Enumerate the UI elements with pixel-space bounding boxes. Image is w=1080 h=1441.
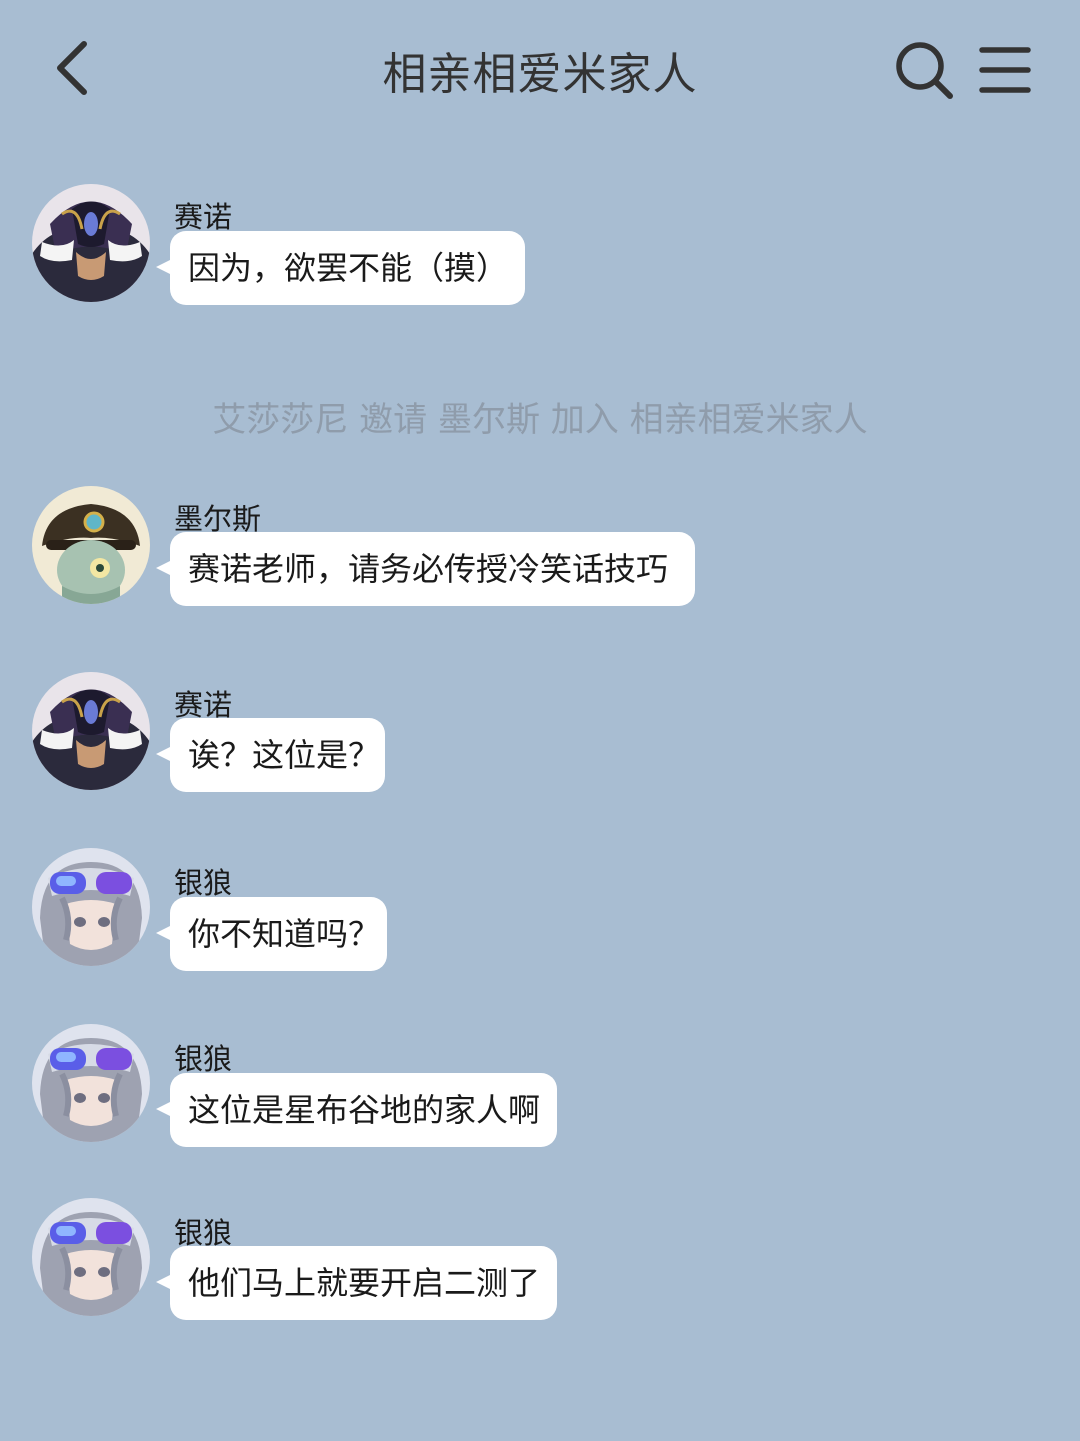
search-icon [896,42,953,99]
message-bubble[interactable]: 你不知道吗？ [156,897,387,971]
message-bubble[interactable]: 赛诺老师，请务必传授冷笑话技巧 [156,532,695,606]
avatar-silverwolf[interactable] [32,848,150,966]
chat-header: 相亲相爱米家人 [0,0,1080,140]
avatar-silverwolf[interactable] [32,1198,150,1316]
message-bubble[interactable]: 这位是星布谷地的家人啊 [156,1073,557,1147]
sender-name: 银狼 [174,866,233,900]
avatar-silverwolf-image [32,1024,150,1142]
menu-icon [979,47,1031,93]
message-bubble[interactable]: 他们马上就要开启二测了 [156,1246,557,1320]
avatar-cyno[interactable] [32,672,150,790]
menu-button[interactable] [974,40,1038,100]
sender-name: 赛诺 [174,200,233,234]
avatar-silverwolf[interactable] [32,1024,150,1142]
avatar-mors[interactable] [32,486,150,604]
message-bubble[interactable]: 诶？这位是？ [156,718,385,792]
sender-name: 银狼 [174,1042,233,1076]
avatar-mors-image [32,486,150,604]
avatar-silverwolf-image [32,848,150,966]
chevron-left-icon [57,41,87,95]
message-bubble[interactable]: 因为，欲罢不能（摸） [156,231,525,305]
avatar-cyno[interactable] [32,184,150,302]
avatar-cyno-image [32,184,150,302]
system-notice: 艾莎莎尼 邀请 墨尔斯 加入 相亲相爱米家人 [212,400,868,440]
avatar-silverwolf-image [32,1198,150,1316]
avatar-cyno-image [32,672,150,790]
search-button[interactable] [892,38,956,102]
back-button[interactable] [50,38,100,98]
